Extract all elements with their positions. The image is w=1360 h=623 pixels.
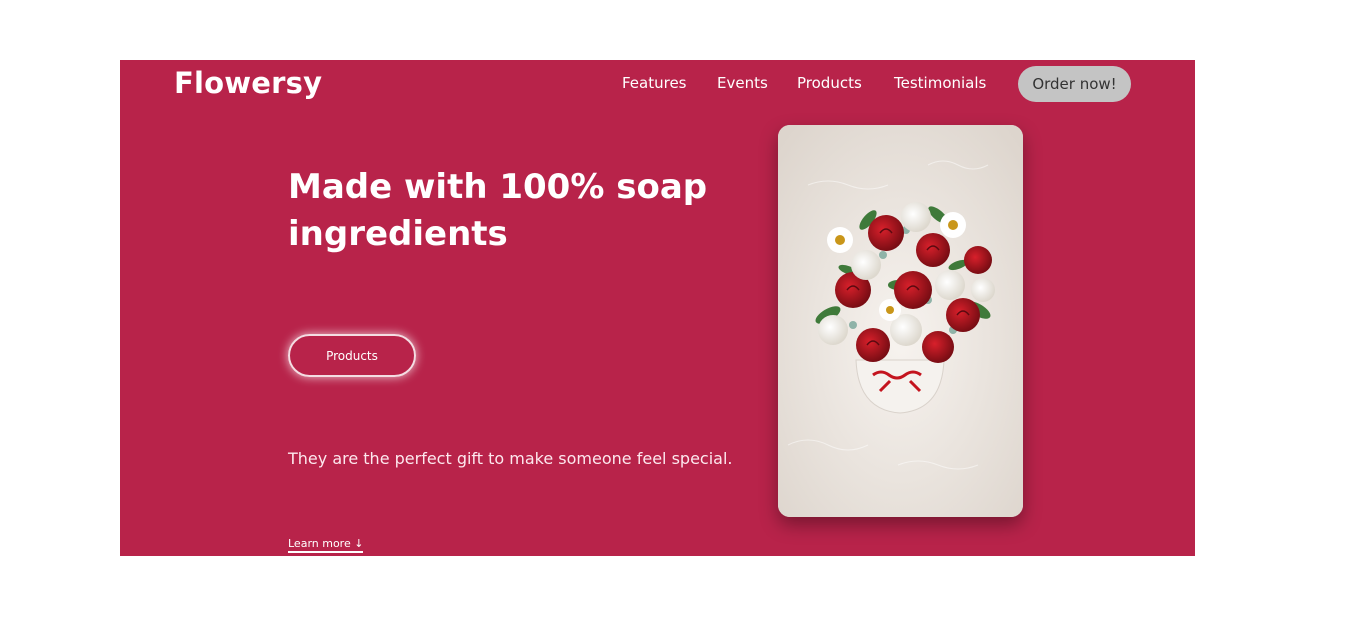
hero-headline: Made with 100% soap ingredients — [288, 167, 708, 254]
nav-link-events[interactable]: Events — [717, 74, 768, 92]
brand-logo[interactable]: Flowersy — [174, 66, 322, 100]
nav-link-features[interactable]: Features — [622, 74, 687, 92]
learn-more-link[interactable]: Learn more ↓ — [288, 537, 364, 553]
nav-link-products[interactable]: Products — [797, 74, 862, 92]
order-now-button[interactable]: Order now! — [1018, 66, 1131, 102]
nav-link-testimonials[interactable]: Testimonials — [894, 74, 986, 92]
flower-bouquet-image — [778, 125, 1023, 517]
products-button[interactable]: Products — [288, 334, 416, 377]
hero-tagline: They are the perfect gift to make someon… — [288, 449, 733, 468]
hero-section: Flowersy Features Events Products Testim… — [120, 60, 1195, 556]
